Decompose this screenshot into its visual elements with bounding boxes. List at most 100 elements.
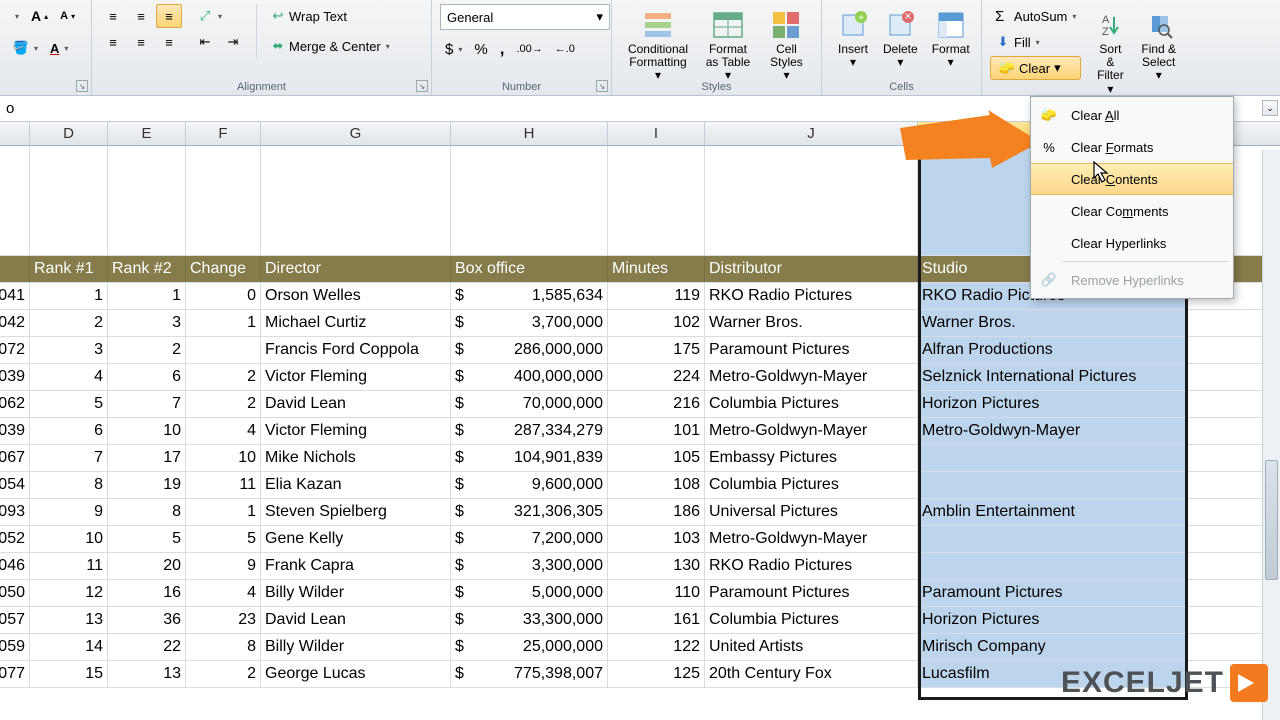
cell[interactable]: 8 bbox=[186, 634, 261, 660]
cell[interactable]: 11 bbox=[30, 553, 108, 579]
cell[interactable]: Amblin Entertainment bbox=[918, 499, 1187, 525]
cell[interactable]: 9 bbox=[186, 553, 261, 579]
cell[interactable]: 23 bbox=[186, 607, 261, 633]
clear-formats-item[interactable]: %Clear Formats bbox=[1031, 131, 1233, 163]
cell[interactable]: 216 bbox=[608, 391, 705, 417]
cell[interactable]: 161 bbox=[608, 607, 705, 633]
cell[interactable]: Columbia Pictures bbox=[705, 472, 918, 498]
header-rank1[interactable]: Rank #1 bbox=[30, 256, 108, 282]
cell[interactable]: George Lucas bbox=[261, 661, 451, 687]
cell[interactable]: 125 bbox=[608, 661, 705, 687]
cell[interactable]: 4 bbox=[186, 580, 261, 606]
cell[interactable]: 14 bbox=[30, 634, 108, 660]
cell[interactable]: $1,585,634 bbox=[451, 283, 608, 309]
col-header-e[interactable]: E bbox=[108, 122, 186, 145]
clear-hyperlinks-item[interactable]: Clear Hyperlinks bbox=[1031, 227, 1233, 259]
formula-bar-expand-button[interactable]: ⌄ bbox=[1262, 100, 1278, 116]
cell[interactable]: 1 bbox=[186, 310, 261, 336]
cell[interactable]: 105 bbox=[608, 445, 705, 471]
font-size-dropdown[interactable]: ▾ bbox=[8, 4, 24, 28]
decrease-font-button[interactable]: A▾ bbox=[55, 4, 80, 28]
sort-filter-button[interactable]: AZ Sort & Filter ▾ bbox=[1087, 4, 1133, 101]
cell[interactable]: 10 bbox=[186, 445, 261, 471]
autosum-button[interactable]: Σ AutoSum▾ bbox=[990, 4, 1081, 28]
cell[interactable]: Steven Spielberg bbox=[261, 499, 451, 525]
header-rank2[interactable]: Rank #2 bbox=[108, 256, 186, 282]
align-bottom-button[interactable]: ≡ bbox=[156, 4, 182, 28]
cell[interactable]: 4 bbox=[186, 418, 261, 444]
cell[interactable]: $104,901,839 bbox=[451, 445, 608, 471]
cell[interactable]: $25,000,000 bbox=[451, 634, 608, 660]
cell[interactable] bbox=[186, 337, 261, 363]
cell[interactable]: 6 bbox=[30, 418, 108, 444]
header-minutes[interactable]: Minutes bbox=[608, 256, 705, 282]
cell[interactable]: Frank Capra bbox=[261, 553, 451, 579]
increase-decimal-button[interactable]: .00→ bbox=[511, 36, 547, 62]
col-header-h[interactable]: H bbox=[451, 122, 608, 145]
cell[interactable]: 1 bbox=[186, 499, 261, 525]
cell[interactable]: 046 bbox=[0, 553, 30, 579]
cell[interactable]: $3,300,000 bbox=[451, 553, 608, 579]
decrease-decimal-button[interactable]: ←.0 bbox=[550, 36, 580, 62]
cell[interactable]: Warner Bros. bbox=[918, 310, 1187, 336]
cell[interactable]: Billy Wilder bbox=[261, 580, 451, 606]
cell[interactable]: United Artists bbox=[705, 634, 918, 660]
cell[interactable]: 10 bbox=[108, 418, 186, 444]
cell[interactable]: 20th Century Fox bbox=[705, 661, 918, 687]
cell[interactable]: Paramount Pictures bbox=[705, 337, 918, 363]
cell[interactable]: Elia Kazan bbox=[261, 472, 451, 498]
cell[interactable]: $7,200,000 bbox=[451, 526, 608, 552]
cell[interactable]: RKO Radio Pictures bbox=[705, 283, 918, 309]
cell[interactable]: 077 bbox=[0, 661, 30, 687]
find-select-button[interactable]: Find & Select ▾ bbox=[1133, 4, 1184, 101]
header-change[interactable]: Change bbox=[186, 256, 261, 282]
cell[interactable]: 8 bbox=[108, 499, 186, 525]
increase-indent-button[interactable]: ⇥ bbox=[220, 30, 246, 54]
cell[interactable]: 108 bbox=[608, 472, 705, 498]
cell[interactable]: 5 bbox=[108, 526, 186, 552]
cell[interactable]: Selznick International Pictures bbox=[918, 364, 1187, 390]
cell[interactable]: $33,300,000 bbox=[451, 607, 608, 633]
clear-comments-item[interactable]: Clear Comments bbox=[1031, 195, 1233, 227]
cell[interactable]: David Lean bbox=[261, 607, 451, 633]
cell[interactable]: 13 bbox=[30, 607, 108, 633]
cell[interactable]: 11 bbox=[186, 472, 261, 498]
cell[interactable]: 186 bbox=[608, 499, 705, 525]
cell[interactable]: Francis Ford Coppola bbox=[261, 337, 451, 363]
cell[interactable]: 1 bbox=[108, 283, 186, 309]
cell[interactable]: 36 bbox=[108, 607, 186, 633]
cell[interactable]: 110 bbox=[608, 580, 705, 606]
font-dialog-launcher[interactable]: ↘ bbox=[76, 80, 88, 92]
clear-all-item[interactable]: 🧽Clear All bbox=[1031, 99, 1233, 131]
cell[interactable]: 6 bbox=[108, 364, 186, 390]
align-top-button[interactable]: ≡ bbox=[100, 4, 126, 28]
cell[interactable]: 050 bbox=[0, 580, 30, 606]
insert-button[interactable]: + Insert▾ bbox=[830, 4, 876, 74]
cell[interactable]: 15 bbox=[30, 661, 108, 687]
cell[interactable]: 10 bbox=[30, 526, 108, 552]
cell[interactable]: 7 bbox=[30, 445, 108, 471]
cell[interactable]: RKO Radio Pictures bbox=[705, 553, 918, 579]
cell[interactable]: 7 bbox=[108, 391, 186, 417]
conditional-formatting-button[interactable]: Conditional Formatting ▾ bbox=[620, 4, 696, 88]
vertical-scrollbar[interactable] bbox=[1262, 150, 1280, 720]
cell[interactable]: Alfran Productions bbox=[918, 337, 1187, 363]
cell[interactable]: $3,700,000 bbox=[451, 310, 608, 336]
align-left-button[interactable]: ≡ bbox=[100, 30, 126, 54]
cell[interactable]: 101 bbox=[608, 418, 705, 444]
clear-button[interactable]: 🧽Clear▾ bbox=[990, 56, 1081, 80]
cell[interactable]: $5,000,000 bbox=[451, 580, 608, 606]
wrap-text-button[interactable]: ↩Wrap Text bbox=[265, 4, 385, 28]
cell[interactable]: Horizon Pictures bbox=[918, 607, 1187, 633]
accounting-format-button[interactable]: $▾ bbox=[440, 36, 467, 62]
cell[interactable]: 5 bbox=[30, 391, 108, 417]
decrease-indent-button[interactable]: ⇤ bbox=[192, 30, 218, 54]
number-format-dropdown[interactable]: General▾ bbox=[440, 4, 610, 30]
cell[interactable]: Metro-Goldwyn-Mayer bbox=[705, 418, 918, 444]
cell[interactable]: Mirisch Company bbox=[918, 634, 1187, 660]
cell[interactable]: 103 bbox=[608, 526, 705, 552]
cell[interactable]: 041 bbox=[0, 283, 30, 309]
format-button[interactable]: Format▾ bbox=[925, 4, 977, 74]
cell[interactable]: Columbia Pictures bbox=[705, 391, 918, 417]
cell[interactable]: 19 bbox=[108, 472, 186, 498]
